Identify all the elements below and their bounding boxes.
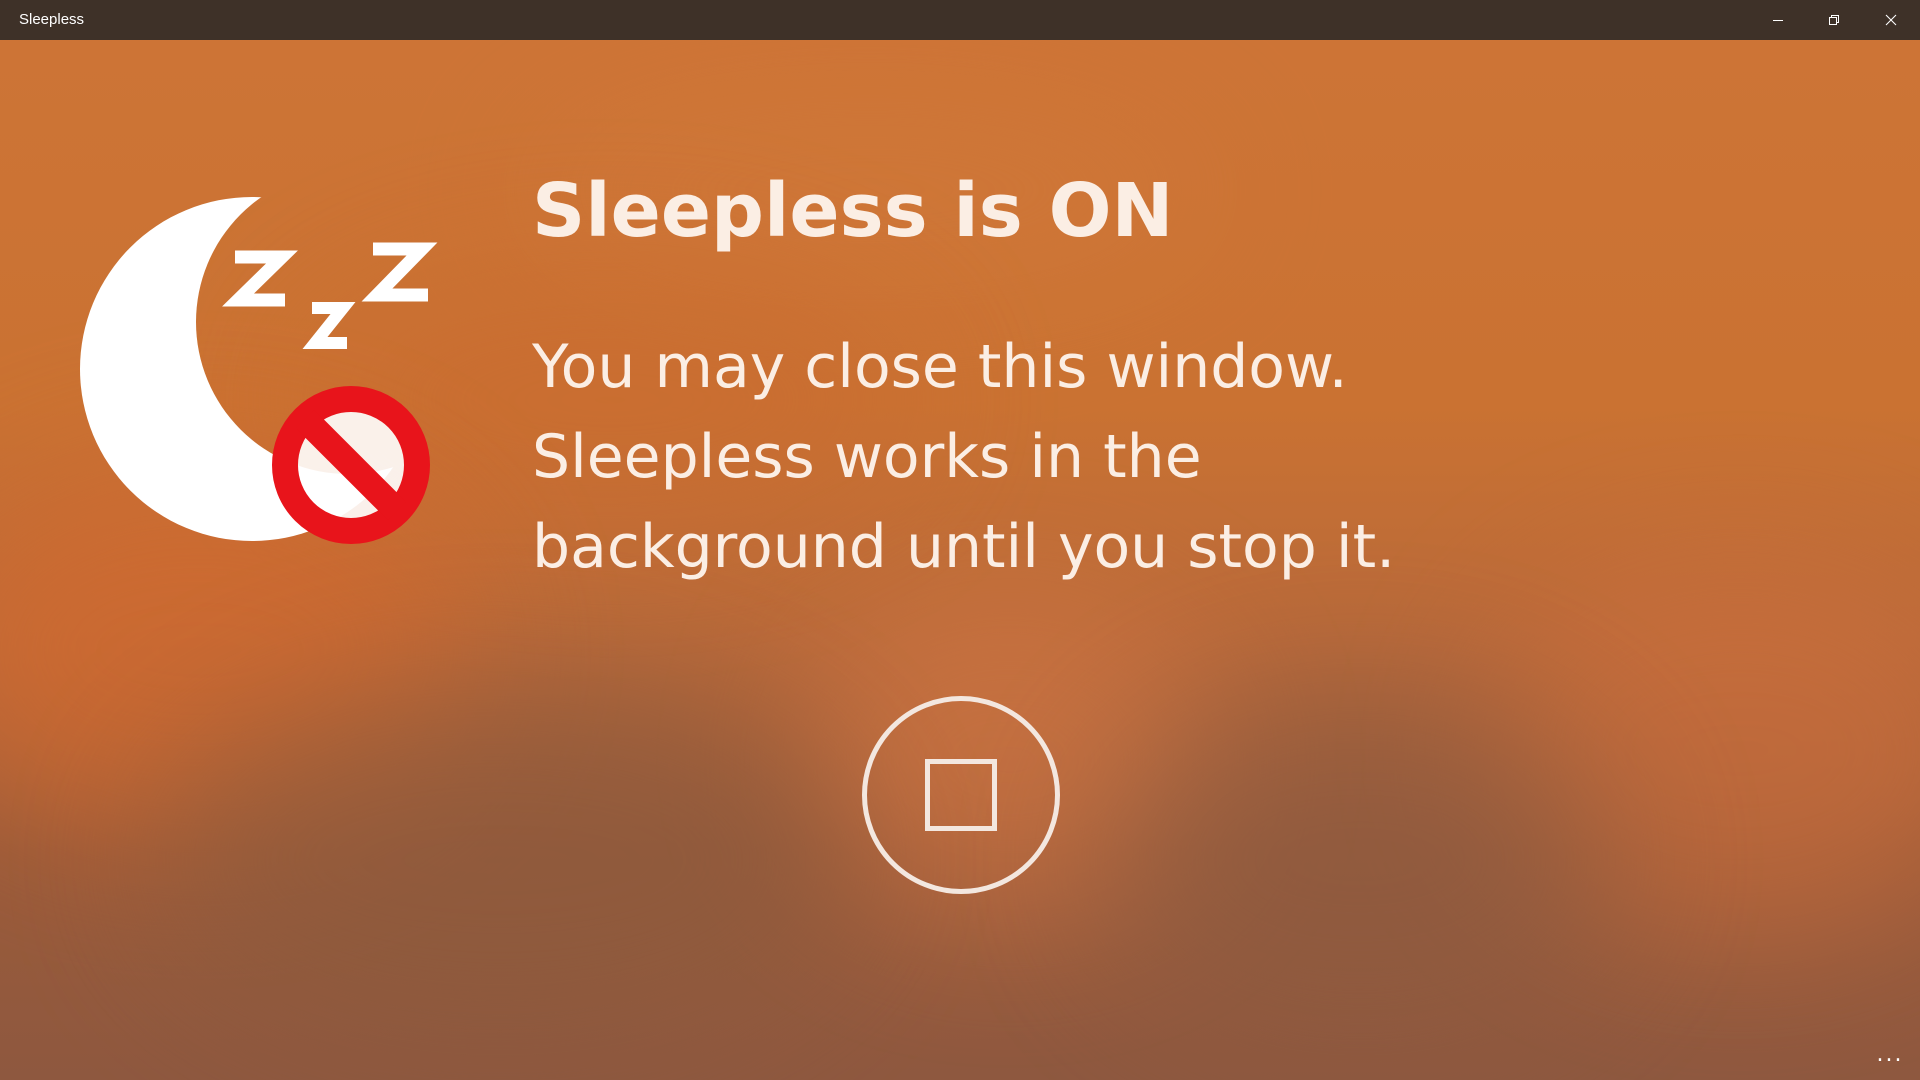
minimize-icon xyxy=(1773,20,1783,21)
restore-icon xyxy=(1829,15,1839,25)
status-message-line: Sleepless works in the xyxy=(532,422,1202,492)
status-message-line: background until you stop it. xyxy=(532,512,1396,582)
moon-zzz-no-sleep-icon xyxy=(80,197,438,544)
stop-icon xyxy=(925,759,997,831)
close-icon xyxy=(1885,14,1897,26)
status-message-line: You may close this window. xyxy=(532,332,1348,402)
status-title: Sleepless is ON xyxy=(532,168,1174,254)
stop-button[interactable] xyxy=(862,696,1060,894)
minimize-button[interactable] xyxy=(1750,0,1806,40)
more-options-button[interactable]: ... xyxy=(1870,1040,1910,1070)
app-window: Sleepless Sleepless is ON You may close … xyxy=(0,0,1920,1080)
title-bar[interactable]: Sleepless xyxy=(0,0,1920,40)
background-blur-shape xyxy=(1100,690,1620,1030)
status-message: You may close this window. Sleepless wor… xyxy=(532,322,1532,592)
main-content: Sleepless is ON You may close this windo… xyxy=(0,40,1920,1080)
background-blur-shape xyxy=(150,680,850,1040)
restore-button[interactable] xyxy=(1806,0,1862,40)
close-button[interactable] xyxy=(1863,0,1919,40)
window-title: Sleepless xyxy=(19,11,85,28)
